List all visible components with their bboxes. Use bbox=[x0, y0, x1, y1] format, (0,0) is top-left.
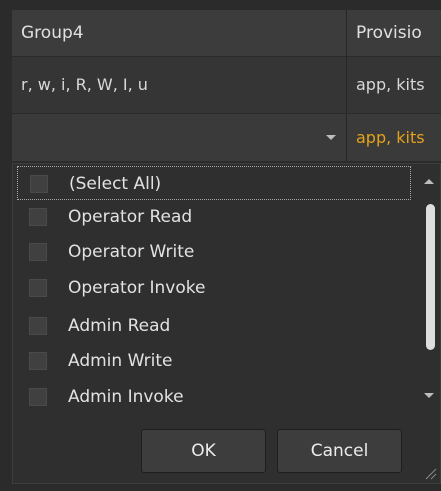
permissions-cell[interactable]: r, w, i, R, W, I, u bbox=[12, 57, 347, 113]
list-item-label: Operator Invoke bbox=[68, 278, 206, 298]
provisioning-filter-value[interactable]: app, kits bbox=[347, 114, 441, 161]
column-header-group4[interactable]: Group4 bbox=[12, 10, 347, 56]
list-item-label: (Select All) bbox=[69, 174, 162, 194]
checkbox[interactable] bbox=[29, 208, 47, 226]
provisioning-cell[interactable]: app, kits bbox=[347, 57, 441, 113]
checkbox[interactable] bbox=[29, 279, 47, 297]
chevron-down-icon[interactable] bbox=[326, 135, 336, 140]
list-item-label: Operator Read bbox=[68, 207, 193, 227]
list-item-admin-read[interactable]: Admin Read bbox=[17, 309, 411, 343]
list-item-operator-invoke[interactable]: Operator Invoke bbox=[17, 271, 411, 305]
vertical-scrollbar[interactable] bbox=[419, 164, 440, 414]
checkbox[interactable] bbox=[29, 388, 47, 406]
checkbox[interactable] bbox=[29, 352, 47, 370]
list-item-label: Admin Invoke bbox=[68, 387, 184, 407]
list-item-admin-write[interactable]: Admin Write bbox=[17, 344, 411, 378]
list-item-operator-read[interactable]: Operator Read bbox=[17, 200, 411, 234]
cancel-button[interactable]: Cancel bbox=[277, 429, 402, 473]
list-item-label: Admin Read bbox=[68, 316, 171, 336]
group4-filter-dropdown[interactable] bbox=[12, 114, 347, 161]
filter-dialog-screen: Group4 Provisio r, w, i, R, W, I, u app,… bbox=[0, 0, 441, 491]
filter-options-list: (Select All) Operator Read Operator Writ… bbox=[13, 164, 417, 414]
list-item-select-all[interactable]: (Select All) bbox=[17, 166, 411, 200]
scroll-down-icon[interactable] bbox=[424, 393, 434, 398]
filter-popup: (Select All) Operator Read Operator Writ… bbox=[12, 163, 441, 484]
checkbox[interactable] bbox=[30, 175, 48, 193]
ok-button[interactable]: OK bbox=[141, 429, 266, 473]
checkbox[interactable] bbox=[29, 243, 47, 261]
grid-header: Group4 Provisio bbox=[12, 10, 441, 57]
resize-grip-icon[interactable] bbox=[423, 466, 437, 480]
list-item-label: Admin Write bbox=[68, 351, 173, 371]
list-item-operator-write[interactable]: Operator Write bbox=[17, 235, 411, 269]
table-row[interactable]: r, w, i, R, W, I, u app, kits bbox=[12, 57, 441, 114]
scroll-up-icon[interactable] bbox=[424, 179, 434, 184]
list-item-admin-invoke[interactable]: Admin Invoke bbox=[17, 380, 411, 414]
checkbox[interactable] bbox=[29, 317, 47, 335]
filter-row: app, kits bbox=[12, 114, 441, 161]
list-item-label: Operator Write bbox=[68, 242, 195, 262]
column-header-provisioning[interactable]: Provisio bbox=[347, 10, 441, 56]
scrollbar-thumb[interactable] bbox=[426, 204, 435, 350]
